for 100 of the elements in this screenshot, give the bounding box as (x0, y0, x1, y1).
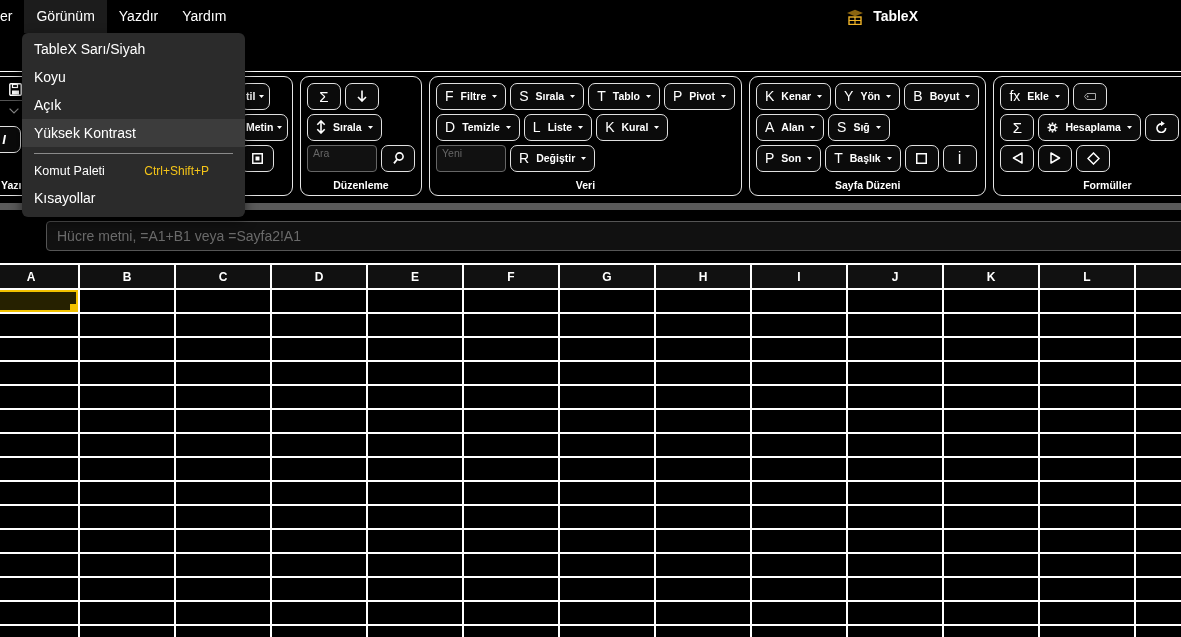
grid-cell[interactable] (175, 337, 271, 361)
grid-cell[interactable] (79, 337, 175, 361)
grid-cell[interactable] (367, 313, 463, 337)
grid-cell[interactable] (0, 433, 79, 457)
grid-cell[interactable] (847, 337, 943, 361)
dropdown-button[interactable]: S Sığ (828, 113, 890, 141)
grid-cell[interactable] (655, 433, 751, 457)
grid-cell[interactable] (655, 553, 751, 577)
dropdown-button[interactable]: S Sırala (510, 82, 585, 110)
grid-cell[interactable] (0, 457, 79, 481)
grid-cell[interactable] (367, 577, 463, 601)
grid-cell[interactable] (463, 577, 559, 601)
grid-cell[interactable] (559, 553, 655, 577)
grid-cell[interactable] (79, 361, 175, 385)
grid-cell[interactable] (559, 505, 655, 529)
grid-cell[interactable] (79, 409, 175, 433)
grid-cell[interactable] (271, 313, 367, 337)
grid-cell[interactable] (943, 577, 1039, 601)
grid-cell[interactable] (79, 529, 175, 553)
grid-cell[interactable] (367, 409, 463, 433)
grid-cell[interactable] (463, 409, 559, 433)
grid-cell[interactable] (0, 313, 79, 337)
grid-cell[interactable] (655, 457, 751, 481)
grid-cell[interactable] (559, 481, 655, 505)
grid-cell[interactable] (79, 313, 175, 337)
grid-cell[interactable] (655, 385, 751, 409)
grid-cell[interactable] (655, 361, 751, 385)
fill-handle-icon[interactable] (70, 304, 77, 311)
grid-cell[interactable] (1039, 529, 1135, 553)
grid-cell[interactable] (367, 433, 463, 457)
grid-cell[interactable] (751, 289, 847, 313)
grid-cell[interactable] (175, 553, 271, 577)
dropdown-button[interactable]: Sırala (307, 113, 382, 141)
menu-command[interactable]: Komut Paleti Ctrl+Shift+P (22, 158, 245, 184)
grid-cell[interactable] (559, 601, 655, 625)
grid-cell[interactable] (271, 385, 367, 409)
grid-cell[interactable] (175, 313, 271, 337)
grid-cell[interactable] (559, 385, 655, 409)
text-field[interactable]: Ara (307, 144, 377, 172)
grid-cell[interactable] (175, 529, 271, 553)
grid-cell[interactable] (943, 529, 1039, 553)
grid-cell[interactable] (1039, 289, 1135, 313)
grid-cell[interactable] (751, 433, 847, 457)
grid-cell[interactable] (175, 457, 271, 481)
grid-cell[interactable] (943, 553, 1039, 577)
grid-cell[interactable] (559, 577, 655, 601)
grid-cell[interactable] (79, 289, 175, 313)
square-button[interactable] (904, 144, 939, 172)
grid-cell[interactable] (943, 361, 1039, 385)
grid-cell[interactable] (943, 409, 1039, 433)
grid-cell[interactable] (367, 505, 463, 529)
grid-cell[interactable] (559, 529, 655, 553)
grid-cell[interactable] (847, 409, 943, 433)
grid-cell[interactable] (559, 289, 655, 313)
grid-cell[interactable] (463, 337, 559, 361)
grid-cell[interactable] (1039, 577, 1135, 601)
grid-cell[interactable] (463, 529, 559, 553)
grid-cell[interactable] (271, 433, 367, 457)
grid-cell[interactable] (751, 481, 847, 505)
grid-cell[interactable] (847, 433, 943, 457)
grid-cell[interactable] (559, 337, 655, 361)
grid-cell[interactable] (367, 457, 463, 481)
dropdown-button[interactable]: P Pivot (664, 82, 735, 110)
grid-cell[interactable] (463, 481, 559, 505)
grid-cell[interactable] (559, 433, 655, 457)
grid-cell[interactable] (0, 409, 79, 433)
grid-cell[interactable] (1039, 553, 1135, 577)
grid-cell[interactable] (0, 529, 79, 553)
menu-item[interactable]: Yazdır (106, 0, 171, 33)
column-header[interactable]: B (79, 264, 175, 289)
grid-cell[interactable] (847, 289, 943, 313)
grid-cell[interactable] (847, 481, 943, 505)
grid-cell[interactable] (271, 481, 367, 505)
dropdown-button[interactable]: K Kenar (756, 82, 832, 110)
grid-cell[interactable] (1039, 457, 1135, 481)
grid-cell[interactable] (655, 505, 751, 529)
refresh-button[interactable] (1144, 113, 1179, 141)
grid-cell[interactable] (0, 289, 79, 313)
column-header[interactable]: H (655, 264, 751, 289)
column-header[interactable]: I (751, 264, 847, 289)
dropdown-button[interactable]: F Filtre (436, 82, 507, 110)
grid-cell[interactable] (847, 601, 943, 625)
symbol-button[interactable]: Σ (307, 82, 341, 110)
grid-cell[interactable] (175, 409, 271, 433)
grid-cell[interactable] (271, 529, 367, 553)
grid-cell[interactable] (463, 457, 559, 481)
column-header[interactable]: F (463, 264, 559, 289)
grid-cell[interactable] (367, 601, 463, 625)
grid-cell[interactable] (367, 289, 463, 313)
grid-cell[interactable] (271, 457, 367, 481)
grid-cell[interactable] (175, 289, 271, 313)
symbol-button[interactable]: İ (942, 144, 977, 172)
grid-cell[interactable] (655, 313, 751, 337)
grid-cell[interactable] (943, 337, 1039, 361)
grid-cell[interactable] (271, 601, 367, 625)
dropdown-button[interactable]: B Boyut (904, 82, 980, 110)
grid-cell[interactable] (271, 553, 367, 577)
grid-cell[interactable] (0, 553, 79, 577)
grid-cell[interactable] (271, 289, 367, 313)
column-header[interactable]: D (271, 264, 367, 289)
